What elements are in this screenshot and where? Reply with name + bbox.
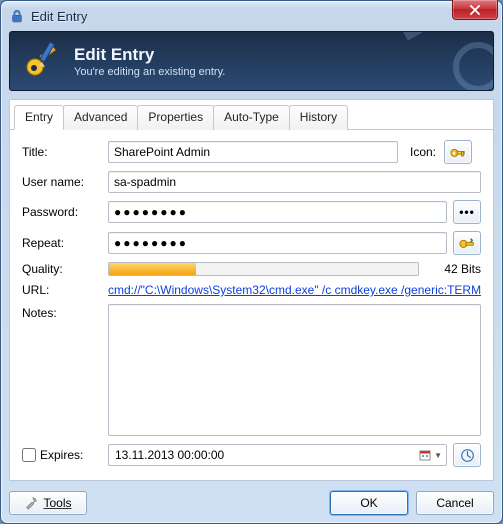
- tab-entry[interactable]: Entry: [14, 105, 64, 130]
- tools-button[interactable]: Tools: [9, 491, 87, 515]
- quality-wrap: 42 Bits: [108, 262, 481, 276]
- tab-advanced[interactable]: Advanced: [63, 105, 138, 130]
- tab-strip: Entry Advanced Properties Auto-Type Hist…: [10, 100, 493, 130]
- key-pencil-icon: [22, 40, 64, 82]
- reveal-password-button[interactable]: •••: [453, 200, 481, 224]
- label-title: Title:: [22, 145, 102, 159]
- row-notes: Notes:: [22, 304, 481, 436]
- row-expires: Expires: 13.11.2013 00:00:00 ▼: [22, 443, 481, 467]
- window-frame: Edit Entry Edit Entry You're editing an …: [0, 0, 503, 524]
- tab-autotype[interactable]: Auto-Type: [213, 105, 290, 130]
- title-input[interactable]: [108, 141, 398, 163]
- calendar-icon: [419, 449, 431, 461]
- header-title: Edit Entry: [74, 45, 225, 65]
- label-password: Password:: [22, 205, 102, 219]
- header-subtitle: You're editing an existing entry.: [74, 66, 225, 78]
- gen-key-icon: [459, 236, 475, 250]
- close-button[interactable]: [452, 0, 498, 20]
- expires-date-field[interactable]: 13.11.2013 00:00:00 ▼: [108, 444, 447, 466]
- expires-label-text: Expires:: [40, 448, 83, 462]
- label-url: URL:: [22, 283, 102, 297]
- password-input[interactable]: [108, 201, 447, 223]
- ok-button[interactable]: OK: [330, 491, 408, 515]
- label-expires: Expires:: [22, 448, 102, 462]
- quality-fill: [109, 263, 196, 275]
- date-dropdown[interactable]: ▼: [419, 449, 442, 461]
- header-decoration-icon: [393, 31, 494, 91]
- tab-properties[interactable]: Properties: [137, 105, 214, 130]
- header-text: Edit Entry You're editing an existing en…: [74, 45, 225, 78]
- ok-label: OK: [360, 496, 377, 510]
- dots-icon: •••: [459, 205, 475, 219]
- clock-icon: [460, 448, 475, 463]
- row-quality: Quality: 42 Bits: [22, 262, 481, 276]
- username-input[interactable]: [108, 171, 481, 193]
- tab-history[interactable]: History: [289, 105, 348, 130]
- url-input[interactable]: cmd://"C:\Windows\System32\cmd.exe" /c c…: [108, 283, 481, 297]
- icon-picker-button[interactable]: [444, 140, 472, 164]
- quality-bar: [108, 262, 419, 276]
- label-username: User name:: [22, 175, 102, 189]
- tools-label: Tools: [43, 496, 71, 510]
- cancel-label: Cancel: [436, 496, 473, 510]
- wrench-icon: [24, 496, 38, 510]
- label-quality: Quality:: [22, 262, 102, 276]
- row-username: User name:: [22, 171, 481, 193]
- window-title: Edit Entry: [31, 9, 87, 24]
- entry-form: Title: Icon: User name:: [10, 130, 493, 482]
- chevron-down-icon: ▼: [434, 451, 442, 460]
- header: Edit Entry You're editing an existing en…: [9, 31, 494, 91]
- quality-text: 42 Bits: [427, 262, 481, 276]
- label-icon: Icon:: [404, 145, 438, 159]
- close-icon: [469, 5, 481, 15]
- label-notes: Notes:: [22, 304, 102, 320]
- generate-password-button[interactable]: [453, 231, 481, 255]
- titlebar[interactable]: Edit Entry: [1, 1, 502, 31]
- repeat-input[interactable]: [108, 232, 447, 254]
- client-area: Entry Advanced Properties Auto-Type Hist…: [9, 99, 494, 481]
- label-repeat: Repeat:: [22, 236, 102, 250]
- footer: Tools OK Cancel: [9, 491, 494, 515]
- clock-button[interactable]: [453, 443, 481, 467]
- row-url: URL: cmd://"C:\Windows\System32\cmd.exe"…: [22, 283, 481, 297]
- expires-checkbox[interactable]: [22, 448, 36, 462]
- row-title: Title: Icon:: [22, 140, 481, 164]
- notes-input[interactable]: [108, 304, 481, 436]
- cancel-button[interactable]: Cancel: [416, 491, 494, 515]
- row-password: Password: •••: [22, 200, 481, 224]
- row-repeat: Repeat:: [22, 231, 481, 255]
- lock-icon: [9, 8, 25, 24]
- key-icon: [450, 145, 466, 159]
- expires-value: 13.11.2013 00:00:00: [115, 448, 224, 462]
